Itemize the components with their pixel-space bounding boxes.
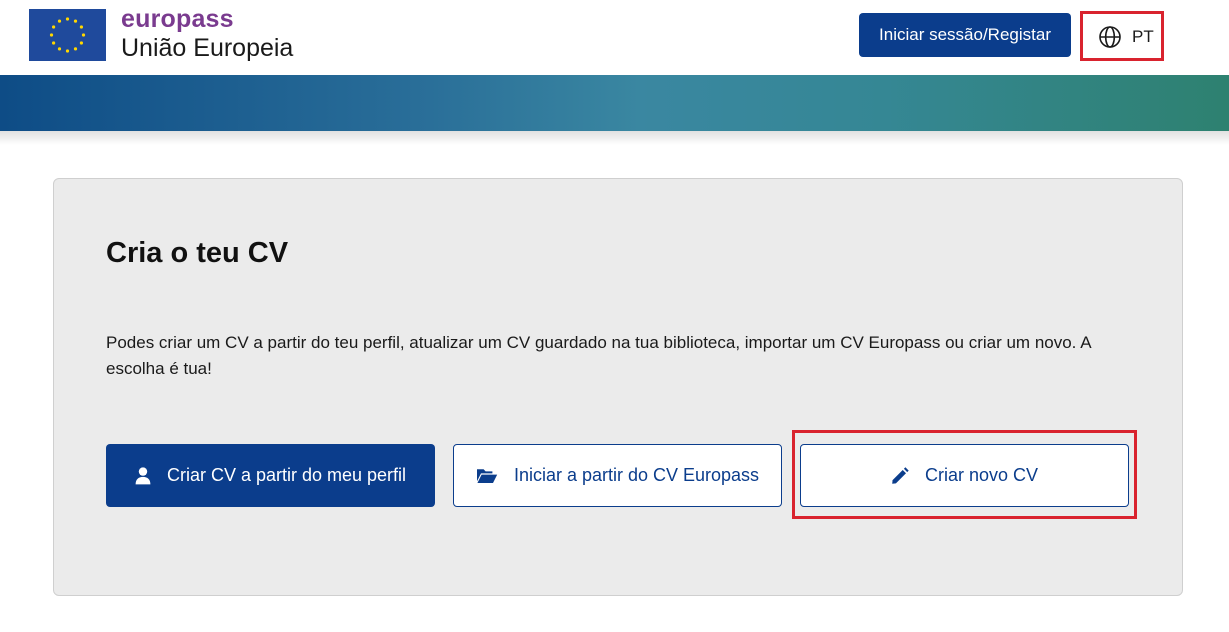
folder-open-icon: [476, 469, 498, 483]
create-cv-from-profile-label: Criar CV a partir do meu perfil: [166, 465, 407, 485]
eu-flag-icon[interactable]: [29, 9, 106, 61]
create-new-cv-button[interactable]: Criar novo CV: [800, 444, 1129, 507]
eu-stars-graphic: [49, 17, 86, 53]
create-new-cv-label: Criar novo CV: [924, 465, 1039, 485]
banner-shadow: [0, 131, 1229, 145]
language-selector[interactable]: PT: [1080, 11, 1164, 61]
header-banner: [0, 75, 1229, 131]
page-title: Cria o teu CV: [106, 237, 289, 269]
import-europass-cv-button[interactable]: Iniciar a partir do CV Europass: [453, 444, 782, 507]
brand-name[interactable]: europass: [121, 5, 234, 34]
site-header: europass União Europeia Iniciar sessão/R…: [0, 0, 1229, 75]
globe-icon: [1099, 26, 1121, 48]
pencil-icon: [892, 466, 909, 484]
import-europass-cv-label: Iniciar a partir do CV Europass: [513, 465, 760, 485]
brand-organization: União Europeia: [121, 34, 294, 62]
language-code: PT: [1132, 27, 1154, 46]
user-icon: [135, 466, 151, 484]
login-register-button[interactable]: Iniciar sessão/Registar: [859, 13, 1071, 57]
page-description: Podes criar um CV a partir do teu perfil…: [106, 333, 1091, 378]
create-cv-from-profile-button[interactable]: Criar CV a partir do meu perfil: [106, 444, 435, 507]
